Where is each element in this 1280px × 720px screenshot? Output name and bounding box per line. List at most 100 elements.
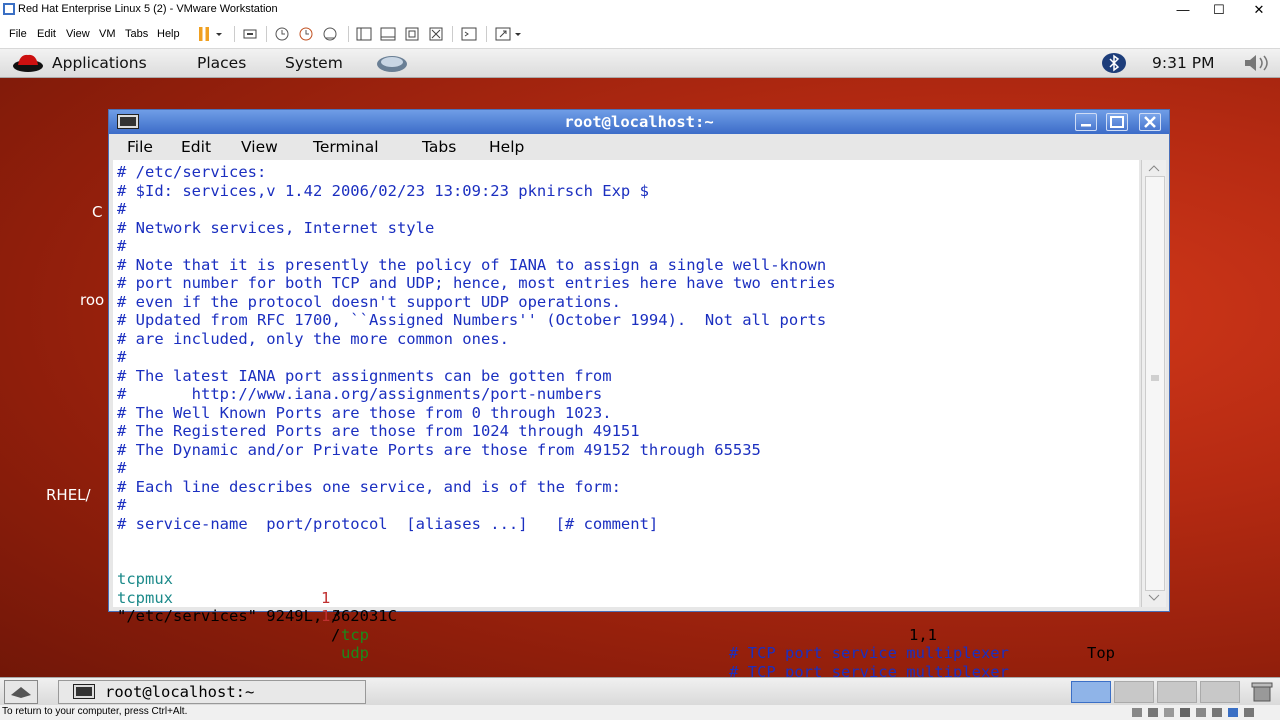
minimize-button[interactable]: — (1168, 1, 1198, 19)
snapshot-icon[interactable] (274, 26, 290, 42)
terminal-text-area[interactable]: # /etc/services: # $Id: services,v 1.42 … (113, 160, 1139, 681)
unity-icon[interactable] (428, 26, 444, 42)
terminal-close-button[interactable] (1139, 113, 1161, 131)
terminal-line: # Updated from RFC 1700, ``Assigned Numb… (117, 311, 827, 329)
terminal-line: # even if the protocol doesn't support U… (117, 292, 621, 311)
vi-cursor-position: 1,1 (909, 625, 937, 644)
terminal-menu-tabs[interactable]: Tabs (422, 138, 456, 156)
menu-system[interactable]: System (285, 54, 343, 72)
terminal-line: # (117, 348, 127, 366)
terminal-line: # service-name port/protocol [aliases ..… (117, 514, 659, 533)
network-icon[interactable] (375, 52, 409, 74)
close-button[interactable]: ✕ (1244, 1, 1274, 19)
service-entry: tcpmux 1 / tcp # TCP port service multip… (117, 570, 1009, 662)
menu-applications[interactable]: Applications (52, 54, 147, 72)
terminal-maximize-button[interactable] (1106, 113, 1128, 131)
service-entry: tcpmux 1 / udp # TCP port service multip… (117, 588, 1009, 681)
terminal-scrollbar[interactable] (1141, 160, 1166, 607)
terminal-line: # Note that it is presently the policy o… (117, 255, 827, 274)
scroll-thumb[interactable] (1145, 176, 1165, 591)
workspace-4[interactable] (1200, 681, 1240, 703)
scroll-down-icon[interactable] (1146, 592, 1162, 604)
workspace-1[interactable] (1071, 681, 1111, 703)
service-protocol: udp (341, 644, 369, 662)
desktop-icon-label[interactable]: RHEL/ (46, 486, 91, 504)
vm-menu-view[interactable]: View (66, 28, 90, 40)
maximize-button[interactable]: ☐ (1204, 1, 1234, 19)
terminal-line: # (117, 496, 127, 514)
trash-icon[interactable] (1250, 681, 1274, 703)
chevron-down-icon[interactable] (214, 26, 224, 42)
console-view-icon[interactable] (461, 26, 477, 42)
terminal-line: # The Dynamic and/or Private Ports are t… (117, 440, 761, 459)
workspace-3[interactable] (1157, 681, 1197, 703)
terminal-title: root@localhost:~ (564, 113, 714, 131)
terminal-line: # The Registered Ports are those from 10… (117, 422, 640, 440)
taskbar-window-button[interactable]: root@localhost:~ (58, 680, 366, 704)
terminal-menu-terminal[interactable]: Terminal (313, 138, 379, 156)
service-protocol: tcp (341, 625, 369, 644)
terminal-menubar: File Edit View Terminal Tabs Help (109, 134, 1169, 160)
gnome-top-panel: Applications Places System 9:31 PM (0, 49, 1280, 78)
grip-icon (1151, 375, 1159, 381)
terminal-menu-edit[interactable]: Edit (181, 138, 211, 156)
taskbar-window-label: root@localhost:~ (105, 683, 255, 701)
terminal-window[interactable]: root@localhost:~ File Edit View Terminal… (108, 109, 1170, 681)
terminal-line: # /etc/services: (117, 163, 267, 181)
terminal-menu-file[interactable]: File (127, 138, 153, 156)
terminal-minimize-button[interactable] (1075, 113, 1097, 131)
terminal-line: # (117, 200, 127, 218)
vmware-statusbar: To return to your computer, press Ctrl+A… (0, 705, 1280, 720)
show-desktop-icon (11, 687, 31, 698)
terminal-line: # Each line describes one service, and i… (117, 477, 621, 496)
terminal-app-icon (73, 684, 95, 699)
redhat-logo-icon (13, 54, 43, 72)
terminal-line: # The latest IANA port assignments can b… (117, 366, 612, 385)
vm-menu-help[interactable]: Help (157, 28, 180, 40)
vi-scroll-indicator: Top (1087, 644, 1115, 662)
vm-menu-tabs[interactable]: Tabs (125, 28, 148, 40)
pause-icon[interactable] (196, 26, 212, 42)
stretch-guest-icon[interactable] (495, 26, 511, 42)
thumbnail-bar-icon[interactable] (380, 26, 396, 42)
close-icon (1144, 116, 1156, 128)
desktop-icon-label[interactable]: roo (80, 291, 104, 309)
vmware-status-text: To return to your computer, press Ctrl+A… (2, 706, 188, 717)
menu-places[interactable]: Places (197, 54, 246, 72)
sidebar-icon[interactable] (356, 26, 372, 42)
vmware-menubar: File Edit View VM Tabs Help (0, 20, 1280, 49)
terminal-line: # Network services, Internet style (117, 218, 435, 237)
desktop-icon-label[interactable]: C (92, 203, 102, 221)
service-comment: # TCP port service multiplexer (729, 644, 1009, 662)
vm-menu-edit[interactable]: Edit (37, 28, 56, 40)
volume-icon[interactable] (1242, 53, 1276, 73)
terminal-line: # (117, 237, 127, 255)
terminal-line: # are included, only the more common one… (117, 329, 509, 348)
fullscreen-icon[interactable] (404, 26, 420, 42)
terminal-menu-view[interactable]: View (241, 138, 278, 156)
panel-clock[interactable]: 9:31 PM (1152, 54, 1214, 72)
terminal-line: # The Well Known Ports are those from 0 … (117, 403, 612, 422)
revert-snapshot-icon[interactable] (298, 26, 314, 42)
chevron-down-icon[interactable] (513, 26, 523, 42)
guest-desktop[interactable]: Applications Places System 9:31 PM C roo… (0, 49, 1280, 706)
vm-menu-file[interactable]: File (9, 28, 27, 40)
scroll-up-icon[interactable] (1146, 162, 1162, 174)
vmware-window-title: Red Hat Enterprise Linux 5 (2) - VMware … (18, 3, 278, 15)
vi-status-line: "/etc/services" 9249L, 362031C 1,1 Top (117, 589, 1137, 662)
bluetooth-icon[interactable] (1101, 52, 1127, 74)
terminal-titlebar[interactable]: root@localhost:~ (109, 110, 1169, 134)
vmware-titlebar: Red Hat Enterprise Linux 5 (2) - VMware … (0, 0, 1280, 20)
gnome-bottom-panel: root@localhost:~ (0, 677, 1280, 706)
maximize-icon (1110, 116, 1124, 128)
terminal-menu-help[interactable]: Help (489, 138, 524, 156)
vm-menu-vm[interactable]: VM (99, 28, 116, 40)
terminal-line: # http://www.iana.org/assignments/port-n… (117, 385, 603, 403)
minimize-icon (1081, 124, 1091, 127)
vi-file-info: "/etc/services" 9249L, 362031C (117, 607, 397, 625)
send-keys-icon[interactable] (242, 26, 258, 42)
workspace-2[interactable] (1114, 681, 1154, 703)
show-desktop-button[interactable] (4, 680, 38, 704)
device-status-icons[interactable] (1130, 706, 1276, 719)
snapshot-manager-icon[interactable] (322, 26, 338, 42)
